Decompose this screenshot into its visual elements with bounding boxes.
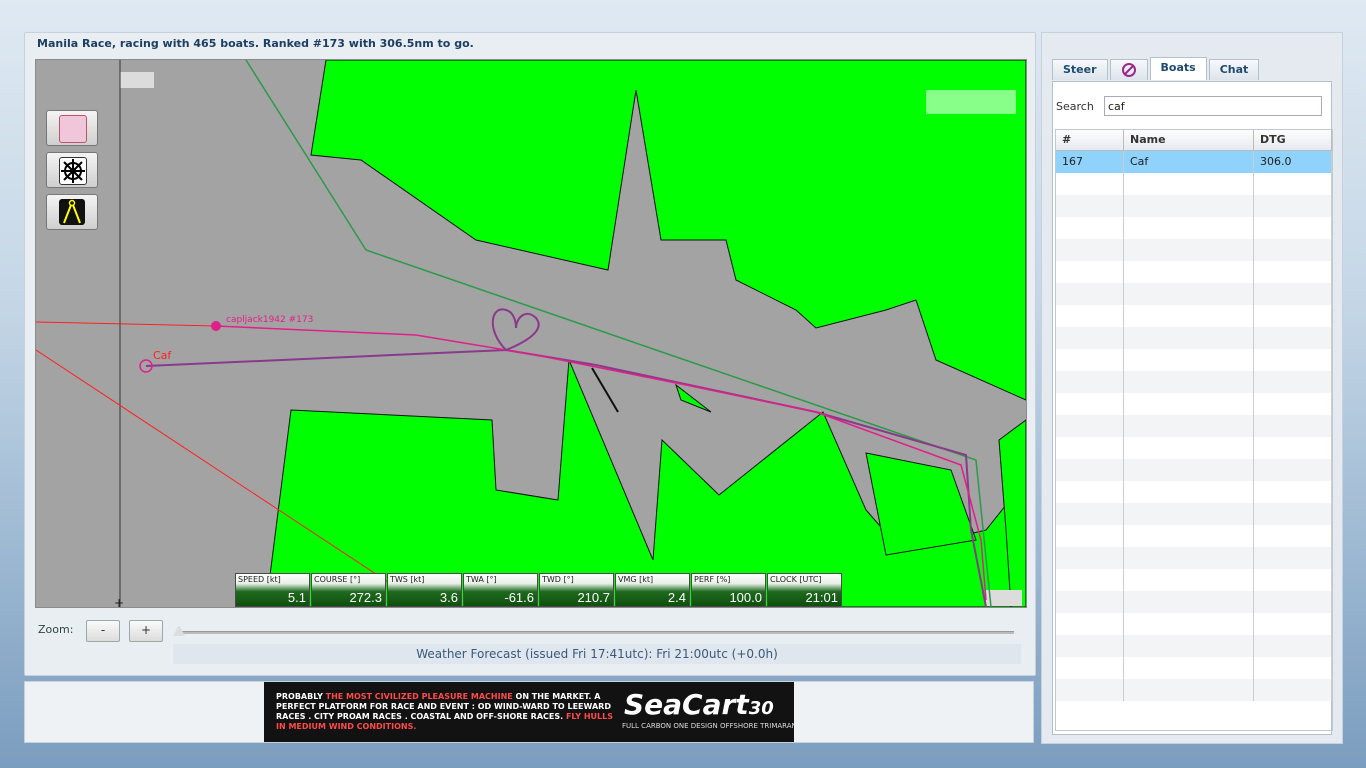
svg-text:+: +	[114, 596, 124, 607]
empty-row	[1056, 437, 1332, 459]
table-row[interactable]: 167 Caf 306.0	[1056, 151, 1332, 173]
instrument-twa: TWA [°] -61.6	[463, 573, 538, 607]
instrument-speed: SPEED [kt] 5.1	[235, 573, 310, 607]
empty-row	[1056, 327, 1332, 349]
instrument-course: COURSE [°] 272.3	[311, 573, 386, 607]
column-name[interactable]: Name	[1124, 130, 1254, 150]
race-status: Manila Race, racing with 465 boats. Rank…	[37, 37, 474, 50]
search-label: Search	[1056, 100, 1094, 113]
instrument-clock: CLOCK [UTC] 21:01	[767, 573, 842, 607]
ad-area: PROBABLY THE MOST CIVILIZED PLEASURE MAC…	[24, 681, 1034, 743]
island-east	[865, 452, 977, 556]
cell-dtg: 306.0	[1254, 151, 1332, 173]
empty-row	[1056, 393, 1332, 415]
empty-row	[1056, 239, 1332, 261]
search-input[interactable]	[1104, 96, 1322, 116]
column-rank[interactable]: #	[1056, 130, 1124, 150]
empty-row	[1056, 481, 1332, 503]
empty-row	[1056, 305, 1332, 327]
map-canvas[interactable]: capljack1942 #173 Caf +	[36, 60, 1026, 607]
ad-copy: PROBABLY THE MOST CIVILIZED PLEASURE MAC…	[276, 692, 613, 731]
seacart-ad-banner[interactable]: PROBABLY THE MOST CIVILIZED PLEASURE MAC…	[264, 682, 794, 742]
instrument-perf: PERF [%] 100.0	[691, 573, 766, 607]
zoom-in-button[interactable]: +	[129, 620, 163, 642]
empty-row	[1056, 415, 1332, 437]
tab-steer[interactable]: Steer	[1052, 59, 1108, 80]
instrument-panel: SPEED [kt] 5.1 COURSE [°] 272.3 TWS [kt] 3.…	[235, 573, 843, 607]
weather-forecast-info: Weather Forecast (issued Fri 17:41utc): …	[173, 644, 1021, 664]
empty-row	[1056, 591, 1332, 613]
empty-row	[1056, 349, 1332, 371]
cell-name: Caf	[1124, 151, 1254, 173]
boats-tab-content: Search # Name DTG 167 Caf 306.0	[1052, 81, 1333, 735]
ad-subline: FULL CARBON ONE DESIGN OFFSHORE TRIMARAN…	[622, 722, 794, 730]
instrument-tws: TWS [kt] 3.6	[387, 573, 462, 607]
compass-tool-button[interactable]	[46, 110, 98, 146]
side-tabs: Steer Boats Chat	[1052, 57, 1261, 81]
empty-row	[1056, 657, 1332, 679]
ad-brand: SeaCart30	[624, 688, 774, 721]
empty-row	[1056, 217, 1332, 239]
zoom-out-button[interactable]: -	[86, 620, 120, 642]
empty-row	[1056, 613, 1332, 635]
empty-row	[1056, 371, 1332, 393]
empty-row	[1056, 195, 1332, 217]
helm-tool-button[interactable]	[46, 152, 98, 188]
empty-row	[1056, 503, 1332, 525]
empty-row	[1056, 261, 1332, 283]
zoom-label: Zoom:	[38, 623, 74, 636]
empty-row	[1056, 635, 1332, 657]
no-entry-icon	[1121, 63, 1136, 77]
boats-table: # Name DTG 167 Caf 306.0	[1055, 129, 1333, 731]
slider-thumb[interactable]	[173, 625, 185, 636]
side-panel: Steer Boats Chat Search # Name DTG 167 C…	[1041, 32, 1343, 744]
empty-row	[1056, 173, 1332, 195]
my-boat-label: capljack1942 #173	[226, 315, 313, 325]
instrument-twd: TWD [°] 210.7	[539, 573, 614, 607]
empty-row	[1056, 679, 1332, 701]
tab-boats[interactable]: Boats	[1149, 57, 1207, 80]
cell-rank: 167	[1056, 151, 1124, 173]
empty-row	[1056, 283, 1332, 305]
compass-tool-icon	[59, 115, 87, 143]
race-panel: Manila Race, racing with 465 boats. Rank…	[24, 32, 1036, 676]
empty-row	[1056, 525, 1332, 547]
measure-tool-button[interactable]	[46, 194, 98, 230]
land-north	[310, 60, 1026, 401]
empty-row	[1056, 569, 1332, 591]
table-header: # Name DTG	[1056, 130, 1332, 151]
tracked-boat-label: Caf	[153, 349, 172, 362]
instrument-vmg: VMG [kt] 2.4	[615, 573, 690, 607]
divider-measure-icon	[59, 199, 85, 225]
tab-autopilot[interactable]	[1109, 59, 1148, 80]
race-map[interactable]: capljack1942 #173 Caf + SPEED [kt] 5.1 CO…	[35, 59, 1027, 608]
tab-chat[interactable]: Chat	[1208, 59, 1260, 80]
empty-row	[1056, 547, 1332, 569]
slider-rail	[177, 631, 1014, 634]
helm-wheel-icon	[59, 157, 87, 185]
empty-row	[1056, 459, 1332, 481]
column-dtg[interactable]: DTG	[1254, 130, 1332, 150]
